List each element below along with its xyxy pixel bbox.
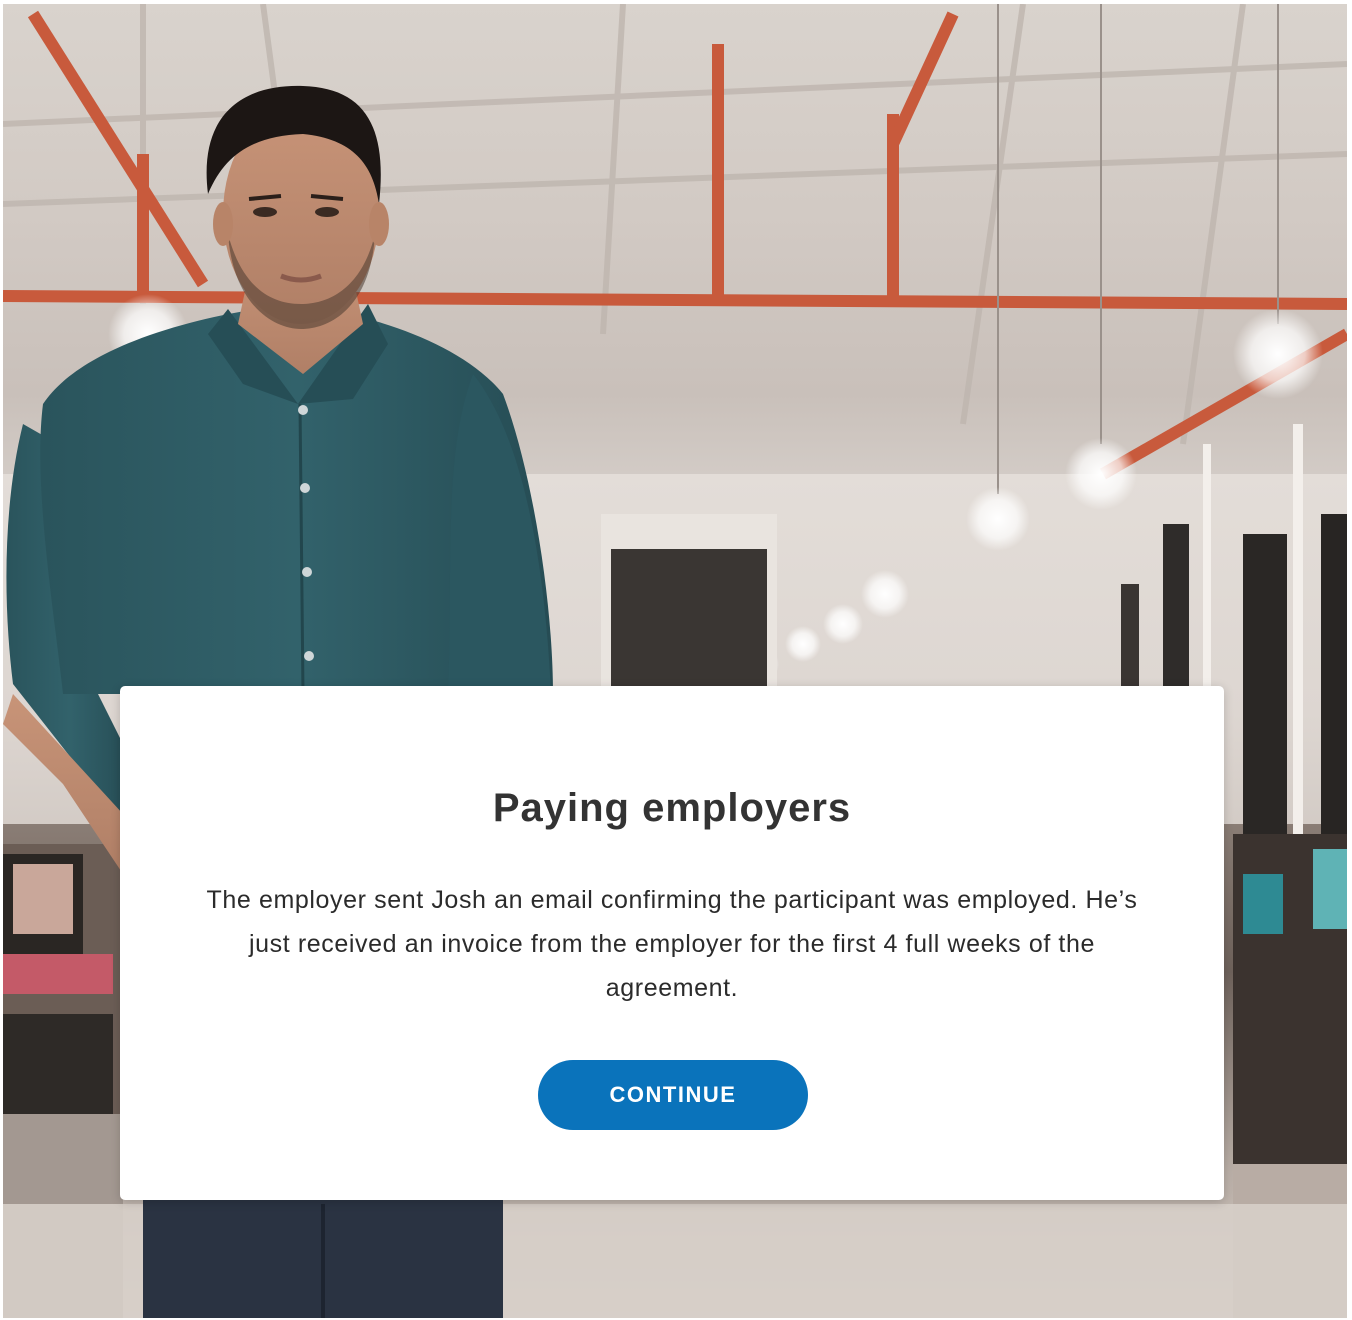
dialog-body-text: The employer sent Josh an email confirmi… bbox=[206, 886, 1138, 1002]
dialog-title: Paying employers bbox=[492, 786, 852, 830]
dialog-card: Paying employers The employer sent Josh … bbox=[120, 686, 1224, 1200]
continue-button[interactable]: CONTINUE bbox=[538, 1060, 808, 1130]
